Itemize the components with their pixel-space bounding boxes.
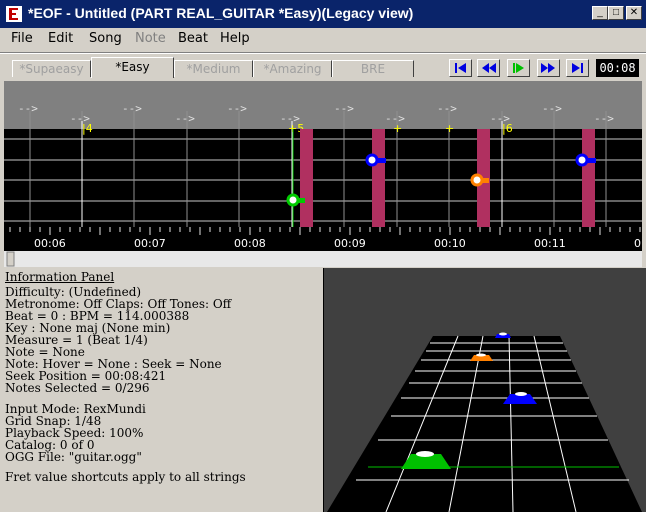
beat-marker: --> <box>542 102 562 115</box>
info-fret-shortcuts: Fret value shortcuts apply to all string… <box>5 470 246 484</box>
measure-label: + <box>393 122 402 135</box>
play-icon <box>513 63 524 73</box>
play-button[interactable] <box>507 59 530 77</box>
menu-beat[interactable]: Beat <box>178 31 208 46</box>
time-label: 00:09 <box>334 237 366 250</box>
measure-label: + <box>445 122 454 135</box>
measure-label: |6 <box>502 122 513 135</box>
tab-bre[interactable]: BRE <box>332 60 414 77</box>
tab-supaeasy[interactable]: *Supaeasy <box>12 60 91 77</box>
fast-forward-icon <box>541 63 555 73</box>
tab-amazing[interactable]: *Amazing <box>253 60 332 77</box>
menu-note[interactable]: Note <box>135 31 166 46</box>
menu-file[interactable]: File <box>11 31 33 46</box>
beat-marker: --> <box>227 102 247 115</box>
maximize-button[interactable]: □ <box>608 6 624 20</box>
time-label: 00:08 <box>234 237 266 250</box>
menu-song[interactable]: Song <box>89 31 122 46</box>
maximize-icon: □ <box>612 7 620 18</box>
window-title: *EOF - Untitled (PART REAL_GUITAR *Easy)… <box>28 5 414 21</box>
beat-marker: --> <box>18 102 38 115</box>
tab-easy[interactable]: *Easy <box>91 57 174 78</box>
note-column-marker <box>372 129 385 227</box>
title-bar: *EOF - Untitled (PART REAL_GUITAR *Easy)… <box>0 0 646 28</box>
time-label: 00:11 <box>534 237 566 250</box>
measure-label: |4 <box>82 122 93 135</box>
seek-start-button[interactable] <box>449 59 472 77</box>
rewind-button[interactable] <box>477 59 500 77</box>
info-panel-header: Information Panel <box>5 270 115 284</box>
beat-marker: --> <box>334 102 354 115</box>
beat-marker: --> <box>437 102 457 115</box>
minimize-button[interactable]: _ <box>592 6 608 20</box>
horizontal-scrollbar[interactable] <box>4 251 642 267</box>
scrollbar-thumb[interactable] <box>6 251 15 267</box>
time-label: 00:10 <box>434 237 466 250</box>
info-ogg-file: OGG File: "guitar.ogg" <box>5 450 142 464</box>
note-column-marker <box>582 129 595 227</box>
beat-marker: --> <box>122 102 142 115</box>
note-editor[interactable]: " --> --> --> --> --> --> --> --> --> --… <box>4 81 642 267</box>
menu-help[interactable]: Help <box>220 31 250 46</box>
minimize-icon: _ <box>597 7 603 18</box>
note-column-marker <box>300 129 313 227</box>
menu-bar: File Edit Song Note Beat Help <box>0 28 646 50</box>
fast-forward-button[interactable] <box>537 59 560 77</box>
seek-end-button[interactable] <box>566 59 589 77</box>
time-label: 00:06 <box>34 237 66 250</box>
beat-marker: --> <box>175 112 195 125</box>
menu-edit[interactable]: Edit <box>48 31 73 46</box>
menu-separator-highlight <box>0 53 646 54</box>
tab-medium[interactable]: *Medium <box>174 60 253 77</box>
rewind-icon <box>482 63 496 73</box>
beat-marker: --> <box>594 112 614 125</box>
eof-app-icon <box>6 6 22 22</box>
time-label: 00:07 <box>134 237 166 250</box>
time-label: 0 <box>634 237 641 250</box>
info-notes-selected: Notes Selected = 0/296 <box>5 381 150 395</box>
seek-start-icon <box>455 63 466 73</box>
playback-time: 00:08 <box>596 59 639 77</box>
information-panel: Information Panel Difficulty: (Undefined… <box>0 268 322 512</box>
close-icon: ✕ <box>629 7 639 18</box>
3d-preview <box>323 268 646 512</box>
seek-end-icon <box>572 63 583 73</box>
close-button[interactable]: ✕ <box>626 6 642 20</box>
